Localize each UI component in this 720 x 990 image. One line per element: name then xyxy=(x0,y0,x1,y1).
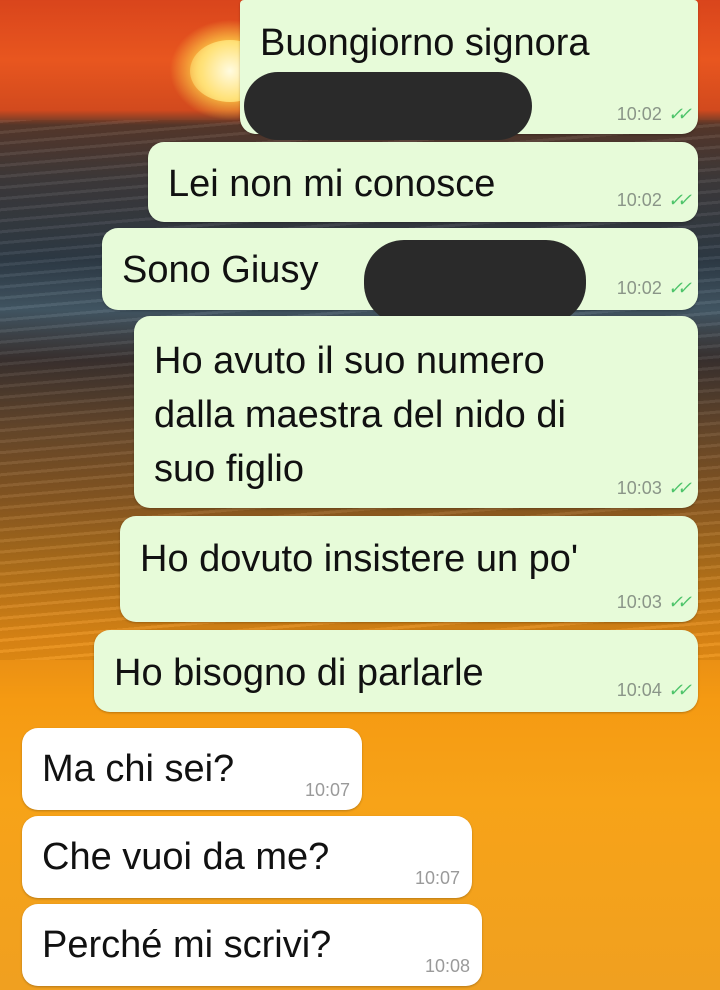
message-time: 10:02 xyxy=(616,278,662,298)
double-check-icon: ✓✓ xyxy=(667,190,692,210)
message-bubble-outgoing[interactable]: Lei non mi conosce 10:02 ✓✓ xyxy=(148,142,698,222)
redaction-mark xyxy=(364,240,586,324)
message-meta: 10:02 ✓✓ xyxy=(616,104,692,124)
message-time: 10:07 xyxy=(304,780,350,800)
message-bubble-incoming[interactable]: Perché mi scrivi? 10:08 xyxy=(22,904,482,986)
redaction-mark xyxy=(244,72,532,140)
double-check-icon: ✓✓ xyxy=(667,278,692,298)
message-time: 10:07 xyxy=(414,868,460,888)
message-time: 10:02 xyxy=(616,104,662,124)
message-text: Ho bisogno di parlarle xyxy=(114,652,484,694)
message-bubble-incoming[interactable]: Ma chi sei? 10:07 xyxy=(22,728,362,810)
message-bubble-incoming[interactable]: Che vuoi da me? 10:07 xyxy=(22,816,472,898)
double-check-icon: ✓✓ xyxy=(667,592,692,612)
message-bubble-outgoing[interactable]: Ho bisogno di parlarle 10:04 ✓✓ xyxy=(94,630,698,712)
message-text: Ma chi sei? xyxy=(42,748,235,790)
message-time: 10:02 xyxy=(616,190,662,210)
message-meta: 10:03 ✓✓ xyxy=(616,592,692,612)
double-check-icon: ✓✓ xyxy=(667,680,692,700)
message-time: 10:03 xyxy=(616,478,662,498)
message-time: 10:03 xyxy=(616,592,662,612)
message-text: Perché mi scrivi? xyxy=(42,924,332,966)
message-bubble-outgoing[interactable]: Buongiorno signora 10:02 ✓✓ xyxy=(240,0,698,140)
message-text: Lei non mi conosce xyxy=(168,163,496,205)
message-text: Che vuoi da me? xyxy=(42,836,330,878)
message-bubble-outgoing[interactable]: Ho dovuto insistere un po' 10:03 ✓✓ xyxy=(120,516,698,622)
message-time: 10:04 xyxy=(616,680,662,700)
message-bubble-outgoing[interactable]: Ho avuto il suo numero dalla maestra del… xyxy=(134,316,698,508)
double-check-icon: ✓✓ xyxy=(667,104,692,124)
message-time: 10:08 xyxy=(424,956,470,976)
message-line: suo figlio xyxy=(154,448,304,490)
message-bubble-outgoing[interactable]: Sono Giusy 10:02 ✓✓ xyxy=(102,228,698,324)
double-check-icon: ✓✓ xyxy=(667,478,692,498)
message-meta: 10:04 ✓✓ xyxy=(616,680,692,700)
message-text: Buongiorno signora xyxy=(260,22,590,64)
message-text: Sono Giusy xyxy=(122,249,319,291)
message-meta: 10:03 ✓✓ xyxy=(616,478,692,498)
message-line: dalla maestra del nido di xyxy=(154,394,566,436)
message-text: Ho dovuto insistere un po' xyxy=(140,538,579,580)
message-meta: 10:02 ✓✓ xyxy=(616,278,692,298)
message-line: Ho avuto il suo numero xyxy=(154,340,545,382)
message-meta: 10:02 ✓✓ xyxy=(616,190,692,210)
